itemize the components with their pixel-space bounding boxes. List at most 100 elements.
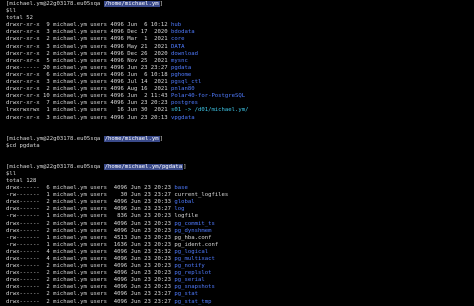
directory-name: postgres: [171, 100, 198, 107]
entry-meta: drwx------ 4 michael.ym users 4096 Jun 2…: [6, 248, 172, 255]
entry-meta: drwx------ 2 michael.ym users 4096 Jun 2…: [6, 227, 172, 234]
listing-row: drwx------ 6 michael.ym users 4096 Jun 2…: [6, 185, 474, 192]
listing-row: drwx------ 2 michael.ym users 4096 Jun 2…: [6, 221, 474, 228]
directory-name: base: [174, 185, 188, 192]
prompt-user: michael.ym@22g03178.eu05sqa: [9, 135, 101, 142]
entry-meta: -rw------- 1 michael.ym users 4513 Jun 2…: [6, 234, 172, 241]
listing-row: drwx------ 2 michael.ym users 4096 Jun 2…: [6, 199, 474, 206]
directory-name: pg_dynshmem: [174, 227, 212, 234]
directory-name: vpgdata: [171, 114, 195, 121]
prompt-user: michael.ym@22g03178.eu05sqa: [9, 1, 101, 7]
entry-meta: lrwxrwxrwx 1 michael.ym users 16 Jun 30 …: [6, 107, 168, 114]
listing-row: -rw------- 1 michael.ym users 836 Jun 23…: [6, 213, 474, 220]
entry-meta: drwx------ 2 michael.ym users 4096 Jun 2…: [6, 277, 172, 284]
listing-total: total 52: [6, 15, 33, 22]
directory-name: pnlan80: [171, 86, 195, 93]
listing-row: drwx------ 2 michael.ym users 4096 Jun 2…: [6, 284, 474, 291]
command-line: $ll: [6, 170, 17, 177]
listing-row: drwxr-xr-x 5 michael.ym users 4096 Nov 2…: [6, 58, 474, 65]
listing-row: drwxr-xr-x 6 michael.ym users 4096 Jun 6…: [6, 72, 474, 79]
directory-name: pg_replslot: [174, 270, 212, 277]
entry-meta: drwx------ 2 michael.ym users 4096 Jun 2…: [6, 206, 172, 213]
listing-row: drwx------ 2 michael.ym users 4096 Jun 2…: [6, 263, 474, 270]
listing-row: drwxr-xr-x 7 michael.ym users 4096 Jun 2…: [6, 100, 474, 107]
listing-row: drwx------ 4 michael.ym users 4096 Jun 2…: [6, 256, 474, 263]
listing-row: -rw------- 1 michael.ym users 30 Jun 23 …: [6, 192, 474, 199]
listing-row: lrwxrwxrwx 1 michael.ym users 16 Jun 30 …: [6, 107, 474, 114]
file-name: logfile: [174, 213, 198, 220]
directory-name: DATA: [171, 43, 185, 50]
directory-name: pghome: [171, 71, 192, 78]
prompt-path: /home/michael.ym: [103, 1, 160, 7]
prompt-line: [michael.ym@22g03178.eu05sqa /home/micha…: [6, 163, 187, 170]
directory-name: global: [174, 199, 195, 206]
listing-row: drwx------ 2 michael.ym users 4096 Jun 2…: [6, 228, 474, 235]
directory-name: bdodata: [171, 29, 195, 36]
directory-name: pg_serial: [174, 277, 205, 284]
listing-row: drwx------ 2 michael.ym users 4096 Jun 2…: [6, 206, 474, 213]
file-name: pg_hba.conf: [174, 234, 212, 241]
entry-meta: drwx------ 6 michael.ym users 4096 Jun 2…: [6, 185, 172, 192]
entry-meta: drwx------ 2 michael.ym users 4096 Jun 2…: [6, 284, 172, 291]
file-name: pg_ident.conf: [174, 241, 219, 248]
listing-row: drwxr-xr-x 2 michael.ym users 4096 Mar 1…: [6, 36, 474, 43]
file-name: current_logfiles: [174, 192, 229, 199]
entry-meta: -rw------- 1 michael.ym users 1636 Jun 2…: [6, 241, 172, 248]
prompt-path: /home/michael.ym/pgdata: [103, 163, 184, 170]
directory-name: pg_commit_ts: [174, 220, 215, 227]
entry-meta: -rw------- 1 michael.ym users 30 Jun 23 …: [6, 192, 172, 199]
listing-row: drwx------ 2 michael.ym users 4096 Jun 2…: [6, 291, 474, 298]
command-line: $cd pgdata: [6, 142, 40, 149]
entry-meta: drwxr-xr-x 3 michael.ym users 4096 Jul 1…: [6, 79, 168, 86]
directory-name: pg_snapshots: [174, 284, 215, 291]
listing: drwxr-xr-x 9 michael.ym users 4096 Jun 6…: [6, 22, 474, 121]
directory-name: log: [174, 206, 185, 213]
listing-row: drwx------ 2 michael.ym users 4096 Jun 2…: [6, 299, 474, 306]
entry-meta: drwx------ 2 michael.ym users 4096 Jun 2…: [6, 270, 172, 277]
entry-meta: drwxr-xr-x 9 michael.ym users 4096 Jun 6…: [6, 22, 168, 29]
entry-meta: drwxr-xr-x 6 michael.ym users 4096 Jun 6…: [6, 71, 168, 78]
listing-row: drwx------ 2 michael.ym users 4096 Jun 2…: [6, 277, 474, 284]
prompt-line: [michael.ym@22g03178.eu05sqa /home/micha…: [6, 135, 163, 142]
entry-meta: drwxr-xr-x 10 michael.ym users 4096 Jun …: [6, 93, 168, 100]
directory-name: download: [171, 50, 198, 57]
directory-name: pgdata: [171, 64, 192, 71]
listing-total: total 128: [6, 177, 37, 184]
entry-meta: drwx------ 2 michael.ym users 4096 Jun 2…: [6, 199, 172, 206]
directory-name: core: [171, 36, 185, 43]
directory-name: pg_stat: [174, 291, 198, 298]
entry-meta: drwxr-xr-x 3 michael.ym users 4096 Dec 1…: [6, 29, 168, 36]
directory-name: pg_notify: [174, 263, 205, 270]
listing-row: drwxr-xr-x 3 michael.ym users 4096 Dec 1…: [6, 29, 474, 36]
directory-name: pg_logical: [174, 248, 209, 255]
listing-row: drwxr-xr-x 3 michael.ym users 4096 Jun 2…: [6, 115, 474, 122]
entry-meta: drwxr-xr-x 2 michael.ym users 4096 Dec 2…: [6, 50, 168, 57]
entry-meta: drwx------ 4 michael.ym users 4096 Jun 2…: [6, 256, 172, 262]
entry-meta: drwx------ 2 michael.ym users 4096 Jun 2…: [6, 291, 172, 298]
entry-meta: drwxr-xr-x 3 michael.ym users 4096 Jun 2…: [6, 114, 168, 121]
entry-meta: drwx------ 20 michael.ym users 4096 Jun …: [6, 64, 168, 71]
terminal-window[interactable]: [michael.ym@22g03178.eu05sqa /home/micha…: [0, 0, 474, 306]
directory-name: pg_multixact: [174, 256, 215, 262]
listing-row: drwx------ 20 michael.ym users 4096 Jun …: [6, 65, 474, 72]
listing-row: drwx------ 2 michael.ym users 4096 Jun 2…: [6, 270, 474, 277]
entry-meta: drwx------ 2 michael.ym users 4096 Jun 2…: [6, 298, 172, 305]
listing-row: drwxr-xr-x 2 michael.ym users 4096 Dec 2…: [6, 51, 474, 58]
entry-meta: drwxr-xr-x 2 michael.ym users 4096 Aug 1…: [6, 86, 168, 93]
listing-row: drwxr-xr-x 3 michael.ym users 4096 May 2…: [6, 44, 474, 51]
directory-name: mysnc: [171, 57, 188, 64]
listing-row: -rw------- 1 michael.ym users 4513 Jun 2…: [6, 235, 474, 242]
entry-meta: drwxr-xr-x 5 michael.ym users 4096 Nov 2…: [6, 57, 168, 64]
prompt-user: michael.ym@22g03178.eu05sqa: [9, 163, 101, 170]
entry-meta: drwxr-xr-x 3 michael.ym users 4096 May 2…: [6, 43, 168, 50]
command-line: $ll: [6, 8, 17, 15]
prompt-path: /home/michael.ym: [103, 135, 160, 142]
directory-name: Polar40-for-PostgreSQL: [171, 93, 246, 100]
entry-meta: drwxr-xr-x 2 michael.ym users 4096 Mar 1…: [6, 36, 168, 43]
entry-meta: drwx------ 2 michael.ym users 4096 Jun 2…: [6, 263, 172, 270]
symlink-name: s01 -> /d01/michael.ym/: [171, 107, 249, 114]
entry-meta: -rw------- 1 michael.ym users 836 Jun 23…: [6, 213, 172, 220]
prompt-line: [michael.ym@22g03178.eu05sqa /home/micha…: [6, 1, 163, 7]
